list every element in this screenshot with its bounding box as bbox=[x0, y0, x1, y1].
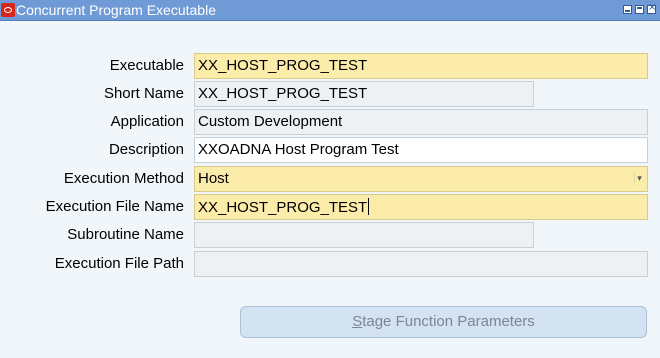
execution-method-value: Host bbox=[198, 170, 229, 187]
stage-function-parameters-button[interactable]: Stage Function Parameters bbox=[240, 306, 647, 338]
short-name-label: Short Name bbox=[103, 85, 184, 102]
description-label: Description bbox=[108, 141, 184, 158]
row-description: Description XXOADNA Host Program Test bbox=[0, 136, 660, 164]
stage-button-mnemonic: S bbox=[352, 313, 363, 330]
row-execution-file-name: Execution File Name XX_HOST_PROG_TEST bbox=[0, 193, 660, 221]
execution-method-select[interactable]: Host ▾ bbox=[194, 166, 648, 192]
row-execution-file-path: Execution File Path bbox=[0, 250, 660, 278]
application-field[interactable]: Custom Development bbox=[194, 109, 648, 135]
row-short-name: Short Name XX_HOST_PROG_TEST bbox=[0, 80, 660, 108]
maximize-icon[interactable] bbox=[635, 5, 644, 14]
close-icon[interactable] bbox=[647, 2, 656, 14]
application-label: Application bbox=[110, 113, 184, 130]
execution-file-path-field[interactable] bbox=[194, 251, 648, 277]
oracle-logo-icon bbox=[1, 3, 15, 17]
description-field[interactable]: XXOADNA Host Program Test bbox=[194, 137, 648, 163]
subroutine-name-field[interactable] bbox=[194, 222, 534, 248]
window-title: Concurrent Program Executable bbox=[16, 2, 216, 18]
execution-file-name-label: Execution File Name bbox=[45, 198, 184, 215]
row-executable: Executable XX_HOST_PROG_TEST bbox=[0, 52, 660, 80]
execution-file-name-value: XX_HOST_PROG_TEST bbox=[198, 199, 368, 216]
execution-file-name-field[interactable]: XX_HOST_PROG_TEST bbox=[194, 194, 648, 220]
stage-button-label: tage Function Parameters bbox=[362, 313, 535, 330]
window-titlebar: Concurrent Program Executable bbox=[0, 0, 660, 21]
minimize-icon[interactable] bbox=[623, 5, 632, 14]
row-application: Application Custom Development bbox=[0, 108, 660, 136]
chevron-down-icon[interactable]: ▾ bbox=[634, 173, 644, 185]
row-subroutine-name: Subroutine Name bbox=[0, 221, 660, 249]
row-execution-method: Execution Method Host ▾ bbox=[0, 165, 660, 193]
executable-field[interactable]: XX_HOST_PROG_TEST bbox=[194, 53, 648, 79]
executable-label: Executable bbox=[109, 57, 184, 74]
execution-file-path-label: Execution File Path bbox=[54, 255, 184, 272]
subroutine-name-label: Subroutine Name bbox=[67, 226, 184, 243]
text-cursor bbox=[368, 198, 370, 215]
short-name-field[interactable]: XX_HOST_PROG_TEST bbox=[194, 81, 534, 107]
execution-method-label: Execution Method bbox=[63, 170, 184, 187]
